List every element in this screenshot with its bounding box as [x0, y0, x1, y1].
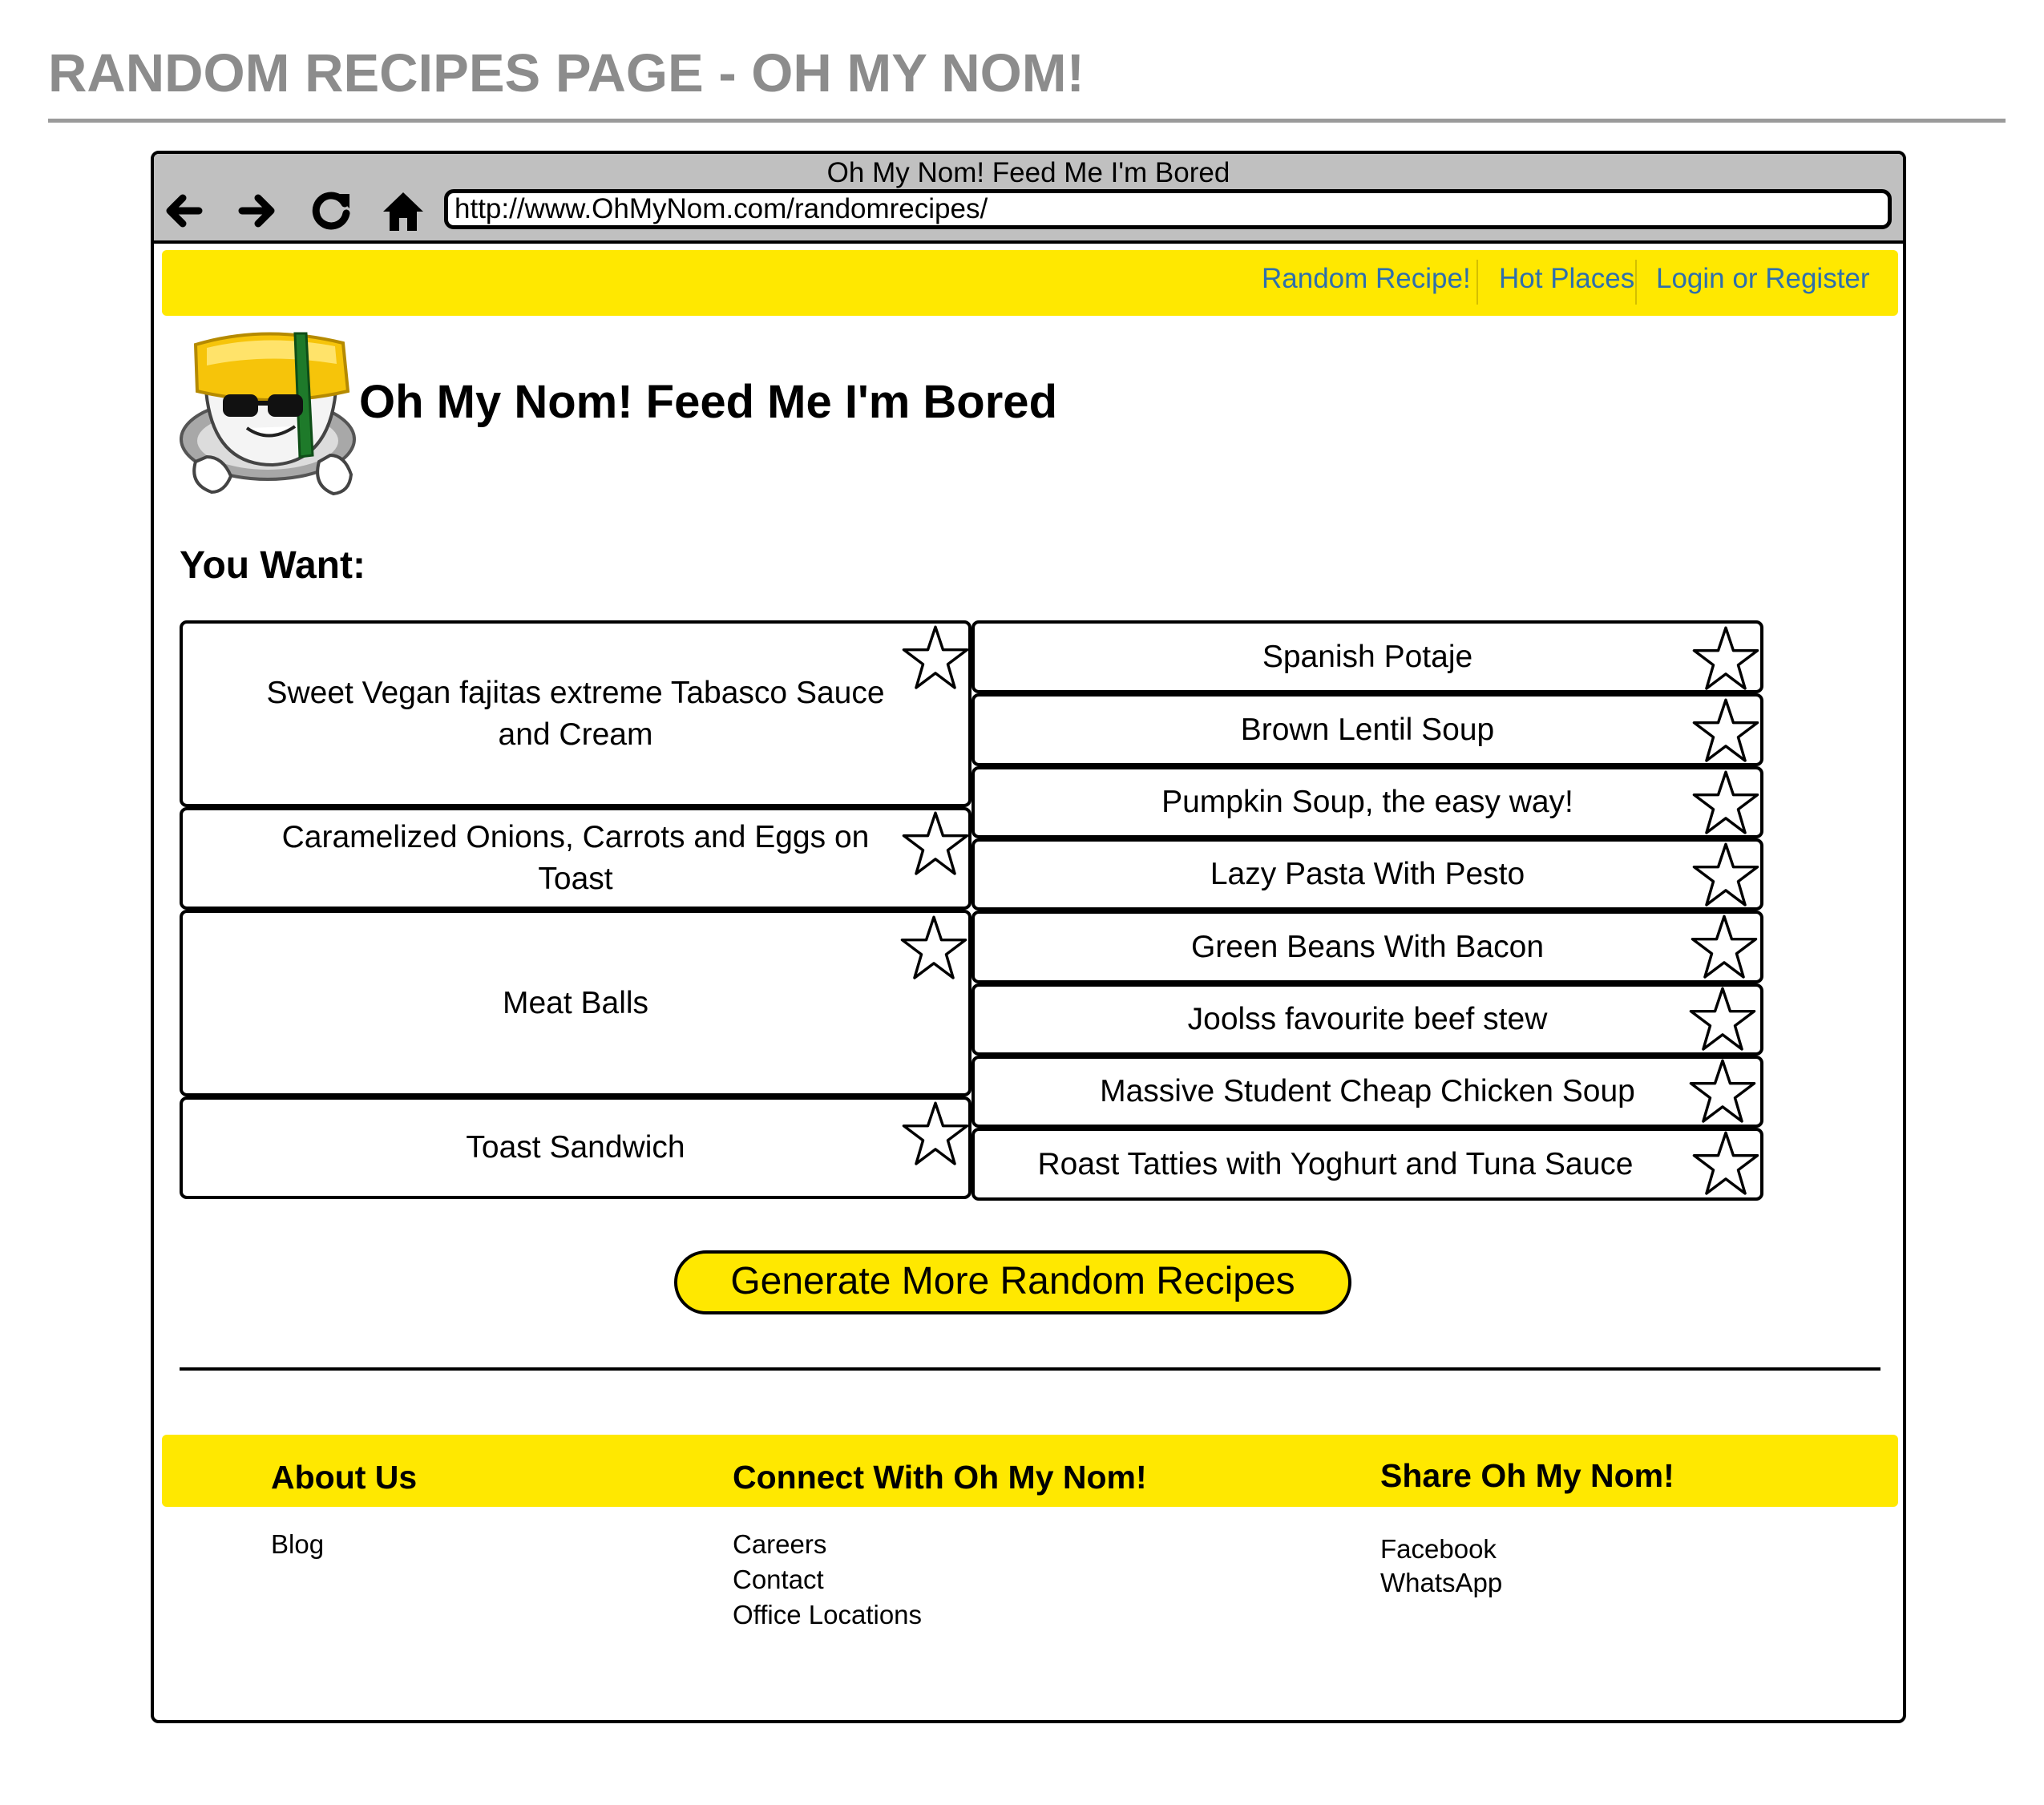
favorite-star-icon[interactable]	[1688, 1057, 1757, 1126]
browser-window: Oh My Nom! Feed Me I'm Bored http://www.…	[151, 151, 1906, 1723]
recipe-name: Sweet Vegan fajitas extreme Tabasco Sauc…	[266, 675, 885, 752]
sushi-mascot-logo	[180, 332, 356, 496]
nav-separator	[1635, 260, 1637, 305]
url-bar[interactable]: http://www.OhMyNom.com/randomrecipes/	[444, 189, 1892, 229]
generate-more-button[interactable]: Generate More Random Recipes	[674, 1250, 1351, 1314]
browser-toolbar: Oh My Nom! Feed Me I'm Bored http://www.…	[154, 154, 1903, 244]
recipe-card[interactable]: Caramelized Onions, Carrots and Eggs on …	[180, 807, 972, 910]
nav-hot-places[interactable]: Hot Places	[1499, 263, 1634, 295]
footer-header-bar: About Us Connect With Oh My Nom! Share O…	[162, 1435, 1898, 1507]
footer-link-contact[interactable]: Contact	[733, 1565, 824, 1595]
home-icon[interactable]	[378, 186, 428, 236]
page-title: RANDOM RECIPES PAGE - OH MY NOM!	[48, 43, 1085, 103]
recipe-card[interactable]: Brown Lentil Soup	[972, 693, 1763, 766]
top-navigation: Random Recipe! Hot Places Login or Regis…	[162, 250, 1898, 316]
favorite-star-icon[interactable]	[1691, 1129, 1760, 1198]
favorite-star-icon[interactable]	[1691, 769, 1760, 838]
recipe-card[interactable]: Joolss favourite beef stew	[972, 983, 1763, 1056]
section-heading: You Want:	[180, 544, 366, 587]
footer-link-careers[interactable]: Careers	[733, 1529, 826, 1560]
back-arrow-icon[interactable]	[159, 186, 208, 236]
favorite-star-icon[interactable]	[1691, 841, 1760, 910]
recipe-card[interactable]: Lazy Pasta With Pesto	[972, 838, 1763, 911]
recipe-name: Brown Lentil Soup	[1240, 712, 1495, 747]
footer-link-office-locations[interactable]: Office Locations	[733, 1600, 922, 1630]
footer-heading-connect: Connect With Oh My Nom!	[733, 1459, 1147, 1496]
favorite-star-icon[interactable]	[901, 1100, 970, 1169]
recipe-card[interactable]: Spanish Potaje	[972, 620, 1763, 693]
recipe-card[interactable]: Meat Balls	[180, 910, 972, 1096]
favorite-star-icon[interactable]	[901, 624, 970, 693]
footer-link-facebook[interactable]: Facebook	[1380, 1534, 1497, 1565]
title-divider	[48, 119, 2006, 123]
recipe-name: Joolss favourite beef stew	[1187, 1002, 1548, 1036]
nav-random-recipe[interactable]: Random Recipe!	[1262, 263, 1471, 295]
nav-login-register[interactable]: Login or Register	[1656, 263, 1870, 295]
recipe-card[interactable]: Sweet Vegan fajitas extreme Tabasco Sauc…	[180, 620, 972, 807]
recipe-name: Spanish Potaje	[1262, 639, 1473, 674]
recipe-card[interactable]: Massive Student Cheap Chicken Soup	[972, 1056, 1763, 1128]
recipe-name: Toast Sandwich	[466, 1130, 685, 1165]
recipe-name: Roast Tatties with Yoghurt and Tuna Sauc…	[1037, 1146, 1634, 1181]
recipe-name: Meat Balls	[502, 985, 649, 1020]
window-title: Oh My Nom! Feed Me I'm Bored	[826, 157, 1230, 188]
site-title: Oh My Nom! Feed Me I'm Bored	[359, 376, 1057, 428]
footer-link-whatsapp[interactable]: WhatsApp	[1380, 1568, 1502, 1598]
recipe-card[interactable]: Green Beans With Bacon	[972, 911, 1763, 983]
favorite-star-icon[interactable]	[1688, 985, 1757, 1054]
forward-arrow-icon[interactable]	[232, 186, 282, 236]
recipe-card[interactable]: Toast Sandwich	[180, 1096, 972, 1199]
reload-icon[interactable]	[306, 186, 356, 236]
favorite-star-icon[interactable]	[1691, 624, 1760, 693]
recipe-card[interactable]: Roast Tatties with Yoghurt and Tuna Sauc…	[972, 1128, 1763, 1201]
footer-heading-about: About Us	[271, 1459, 418, 1496]
favorite-star-icon[interactable]	[901, 810, 970, 878]
recipe-name: Green Beans With Bacon	[1190, 929, 1545, 964]
recipe-name: Pumpkin Soup, the easy way!	[1161, 785, 1573, 819]
nav-separator	[1476, 260, 1478, 305]
favorite-star-icon[interactable]	[1691, 697, 1760, 765]
favorite-star-icon[interactable]	[899, 914, 968, 983]
footer-divider	[180, 1367, 1880, 1371]
recipe-card[interactable]: Pumpkin Soup, the easy way!	[972, 766, 1763, 838]
recipe-name: Massive Student Cheap Chicken Soup	[1100, 1074, 1635, 1108]
favorite-star-icon[interactable]	[1690, 913, 1759, 982]
recipe-name: Caramelized Onions, Carrots and Eggs on …	[281, 820, 870, 896]
footer-heading-share: Share Oh My Nom!	[1380, 1457, 1674, 1494]
recipe-name: Lazy Pasta With Pesto	[1210, 857, 1525, 891]
footer-link-blog[interactable]: Blog	[271, 1529, 324, 1560]
